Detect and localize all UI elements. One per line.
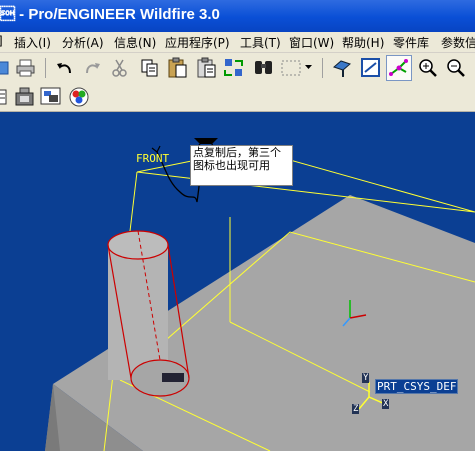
zoom-out-icon[interactable] xyxy=(445,57,467,79)
menu-insert[interactable]: 插入(I) xyxy=(14,34,51,51)
cut-icon[interactable] xyxy=(111,58,129,78)
redo-icon[interactable] xyxy=(83,59,103,77)
layer-icon[interactable] xyxy=(0,88,9,106)
print-icon[interactable] xyxy=(16,59,36,77)
secondary-toolbar xyxy=(0,83,475,112)
paste-icon[interactable] xyxy=(167,57,189,79)
menu-item-partial[interactable]: ] xyxy=(0,34,3,48)
menu-analysis[interactable]: 分析(A) xyxy=(62,34,104,51)
main-toolbar xyxy=(0,53,475,84)
spin-center-toggle[interactable] xyxy=(386,55,412,81)
zoom-in-icon[interactable] xyxy=(417,57,439,79)
appearance-icon[interactable] xyxy=(68,86,90,108)
screenshot-icon[interactable] xyxy=(40,87,62,107)
front-datum-plane xyxy=(136,148,475,213)
dropdown-icon[interactable] xyxy=(304,62,314,72)
menu-bar: ] 插入(I) 分析(A) 信息(N) 应用程序(P) 工具(T) 窗口(W) … xyxy=(0,32,475,53)
open-icon[interactable] xyxy=(0,59,10,77)
pointer-glyph xyxy=(194,138,218,144)
select-box-icon[interactable] xyxy=(280,58,302,78)
menu-part-library[interactable]: 零件库 xyxy=(393,34,429,51)
undo-icon[interactable] xyxy=(55,59,75,77)
menu-window[interactable]: 窗口(W) xyxy=(289,34,334,51)
menu-help[interactable]: 帮助(H) xyxy=(342,34,384,51)
csys-x-label: X xyxy=(382,399,390,409)
cylinder-tag xyxy=(162,373,184,382)
menu-info[interactable]: 信息(N) xyxy=(114,34,156,51)
title-bar:  - Pro/ENGINEER Wildfire 3.0 xyxy=(0,0,475,32)
regenerate-icon[interactable] xyxy=(223,57,245,79)
menu-parameters[interactable]: 参数信 xyxy=(441,34,475,51)
paste-special-icon[interactable] xyxy=(196,57,218,79)
menu-applications[interactable]: 应用程序(P) xyxy=(165,34,230,51)
toolbar-separator xyxy=(322,58,323,78)
spin-center-icon xyxy=(389,59,408,76)
find-icon[interactable] xyxy=(253,58,275,78)
csys-y-label: Y xyxy=(362,373,370,383)
csys-z-label: Z xyxy=(352,404,360,414)
cylinder-top-edge xyxy=(107,230,169,260)
window-title:  - Pro/ENGINEER Wildfire 3.0 xyxy=(0,6,220,23)
front-datum-label[interactable]: FRONT xyxy=(136,152,169,165)
csys-label[interactable]: PRT_CSYS_DEF xyxy=(375,379,459,394)
orient-icon[interactable] xyxy=(331,57,353,79)
annotation-line-2: 图标也出现可用 xyxy=(193,159,270,172)
menu-tools[interactable]: 工具(T) xyxy=(240,34,281,51)
annotation-note: 点复制后，第三个 图标也出现可用 xyxy=(190,145,293,186)
copy-icon[interactable] xyxy=(140,58,160,78)
toolbar-separator xyxy=(45,58,46,78)
annotation-line-1: 点复制后，第三个 xyxy=(193,146,281,159)
repaint-icon[interactable] xyxy=(360,57,382,79)
save-icon[interactable] xyxy=(15,87,35,107)
